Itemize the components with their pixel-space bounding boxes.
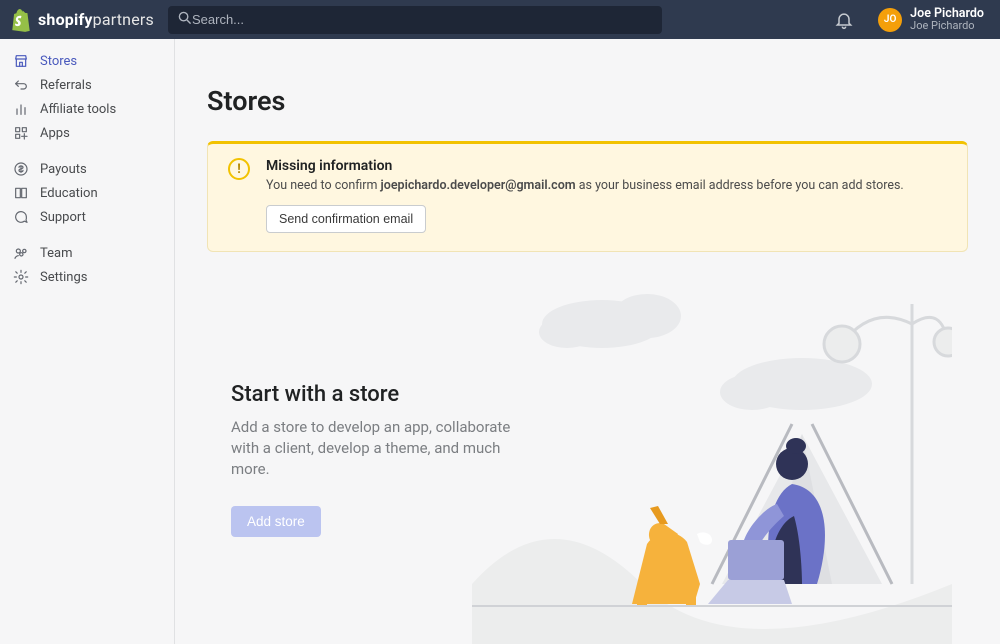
- user-subtitle: Joe Pichardo: [910, 20, 984, 32]
- shopify-bag-icon: [10, 8, 32, 32]
- bar-chart-icon: [12, 100, 30, 118]
- sidebar-item-payouts[interactable]: Payouts: [0, 157, 174, 181]
- book-icon: [12, 184, 30, 202]
- chat-icon: [12, 208, 30, 226]
- sidebar-item-label: Referrals: [40, 78, 92, 93]
- main-content: Stores ! Missing information You need to…: [175, 39, 1000, 644]
- empty-state-description: Add a store to develop an app, collabora…: [231, 417, 541, 480]
- page-title: Stores: [207, 85, 968, 117]
- empty-state: Start with a store Add a store to develo…: [207, 382, 907, 537]
- search-field[interactable]: [168, 6, 662, 34]
- avatar: JO: [878, 8, 902, 32]
- brand[interactable]: shopifypartners: [10, 8, 154, 32]
- sidebar-item-label: Settings: [40, 270, 87, 285]
- banner-title: Missing information: [266, 158, 947, 174]
- sidebar: Stores Referrals Affiliate tools Apps Payou…: [0, 39, 175, 644]
- empty-state-title: Start with a store: [231, 382, 907, 407]
- sidebar-item-support[interactable]: Support: [0, 205, 174, 229]
- sidebar-item-affiliate-tools[interactable]: Affiliate tools: [0, 97, 174, 121]
- banner-message: You need to confirm joepichardo.develope…: [266, 178, 947, 193]
- brand-text: shopifypartners: [38, 10, 154, 29]
- user-name: Joe Pichardo: [910, 7, 984, 21]
- add-store-button[interactable]: Add store: [231, 506, 321, 537]
- sidebar-item-label: Support: [40, 210, 86, 225]
- sidebar-item-apps[interactable]: Apps: [0, 121, 174, 145]
- sidebar-item-stores[interactable]: Stores: [0, 49, 174, 73]
- sidebar-item-label: Team: [40, 246, 73, 261]
- dollar-icon: [12, 160, 30, 178]
- gear-icon: [12, 268, 30, 286]
- arrow-return-icon: [12, 76, 30, 94]
- sidebar-item-settings[interactable]: Settings: [0, 265, 174, 289]
- notifications-bell-icon[interactable]: [834, 10, 854, 30]
- apps-grid-icon: [12, 124, 30, 142]
- storefront-icon: [12, 52, 30, 70]
- sidebar-item-referrals[interactable]: Referrals: [0, 73, 174, 97]
- sidebar-item-education[interactable]: Education: [0, 181, 174, 205]
- sidebar-item-label: Stores: [40, 54, 77, 69]
- sidebar-item-team[interactable]: Team: [0, 241, 174, 265]
- search-icon: [178, 11, 192, 29]
- search-input[interactable]: [192, 12, 652, 27]
- sidebar-item-label: Apps: [40, 126, 70, 141]
- warning-icon: !: [228, 158, 250, 180]
- user-menu[interactable]: JO Joe Pichardo Joe Pichardo: [878, 7, 984, 33]
- topbar: shopifypartners JO Joe Pichardo Joe Pich…: [0, 0, 1000, 39]
- send-confirmation-email-button[interactable]: Send confirmation email: [266, 205, 426, 233]
- sidebar-item-label: Affiliate tools: [40, 102, 116, 117]
- sidebar-item-label: Education: [40, 186, 98, 201]
- sidebar-item-label: Payouts: [40, 162, 87, 177]
- warning-banner: ! Missing information You need to confir…: [207, 141, 968, 252]
- team-icon: [12, 244, 30, 262]
